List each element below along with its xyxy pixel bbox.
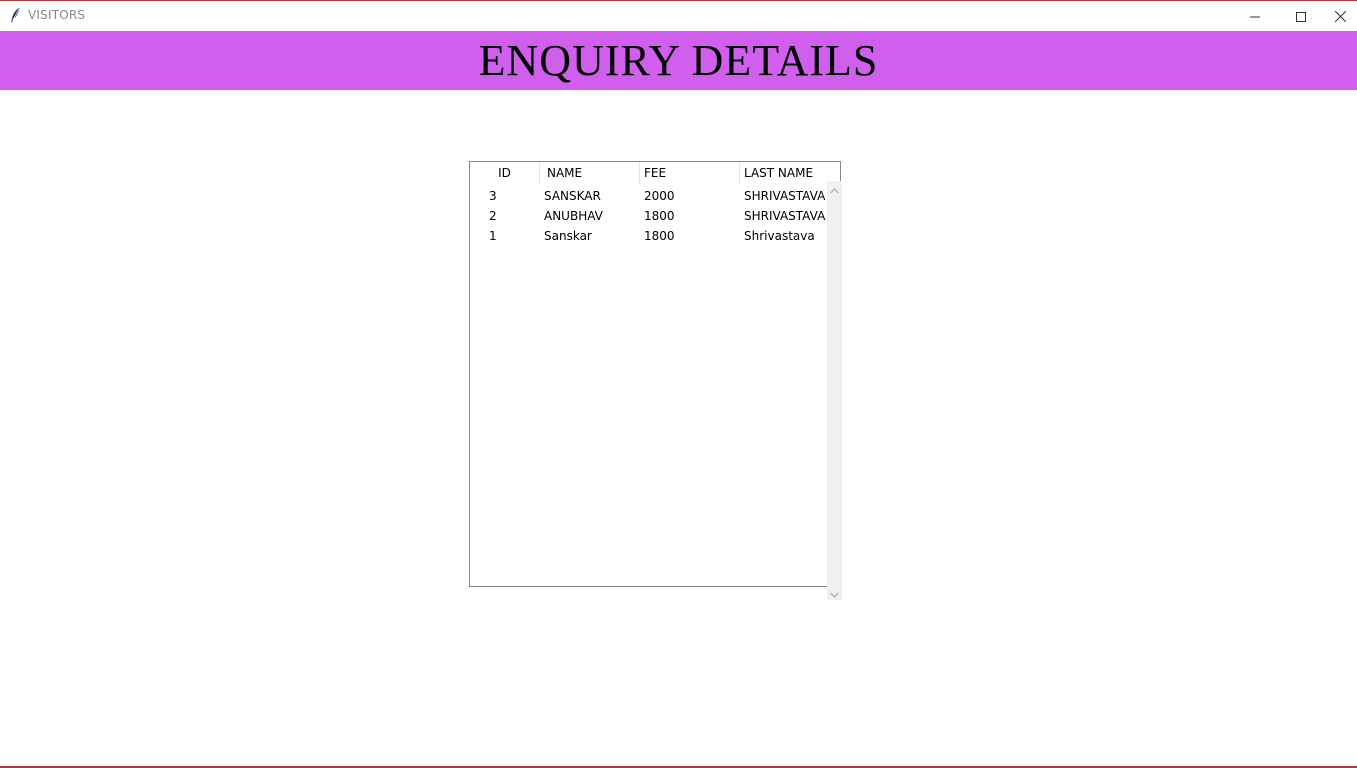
- scroll-down-button[interactable]: [827, 585, 842, 600]
- cell-fee: 1800: [644, 229, 675, 243]
- column-header-fee[interactable]: FEE: [640, 162, 740, 185]
- chevron-down-icon: [830, 583, 839, 602]
- table-header: ID NAME FEE LAST NAME: [470, 162, 840, 185]
- table-row[interactable]: 2 ANUBHAV 1800 SHRIVASTAVA: [470, 206, 826, 226]
- table-row[interactable]: 3 SANSKAR 2000 SHRIVASTAVA: [470, 186, 826, 206]
- scroll-up-button[interactable]: [827, 181, 842, 196]
- enquiry-table[interactable]: ID NAME FEE LAST NAME 3 SANSKAR 2000 SHR…: [469, 161, 841, 587]
- feather-icon: [8, 7, 22, 23]
- cell-id: 2: [489, 209, 497, 223]
- cell-name: Sanskar: [544, 229, 592, 243]
- column-header-last-name[interactable]: LAST NAME: [740, 162, 840, 185]
- table-row[interactable]: 1 Sanskar 1800 Shrivastava: [470, 226, 826, 246]
- minimize-icon: [1250, 7, 1260, 26]
- cell-id: 3: [489, 189, 497, 203]
- close-button[interactable]: [1324, 2, 1357, 30]
- title-bar[interactable]: VISITORS: [0, 1, 1357, 30]
- cell-fee: 2000: [644, 189, 675, 203]
- cell-last-name: Shrivastava: [744, 229, 815, 243]
- cell-name: SANSKAR: [544, 189, 601, 203]
- minimize-button[interactable]: [1232, 2, 1278, 30]
- maximize-button[interactable]: [1278, 2, 1324, 30]
- page-title: ENQUIRY DETAILS: [478, 35, 879, 85]
- column-header-id[interactable]: ID: [470, 162, 540, 185]
- close-icon: [1334, 7, 1347, 26]
- maximize-icon: [1296, 7, 1306, 26]
- cell-fee: 1800: [644, 209, 675, 223]
- window-title: VISITORS: [28, 8, 86, 22]
- cell-last-name: SHRIVASTAVA: [744, 189, 826, 203]
- cell-name: ANUBHAV: [544, 209, 603, 223]
- vertical-scrollbar[interactable]: [827, 181, 842, 600]
- cell-id: 1: [489, 229, 497, 243]
- header-banner: ENQUIRY DETAILS: [0, 31, 1357, 90]
- chevron-up-icon: [830, 179, 839, 198]
- cell-last-name: SHRIVASTAVA: [744, 209, 826, 223]
- column-header-name[interactable]: NAME: [540, 162, 640, 185]
- table-body: 3 SANSKAR 2000 SHRIVASTAVA 2 ANUBHAV 180…: [470, 185, 826, 586]
